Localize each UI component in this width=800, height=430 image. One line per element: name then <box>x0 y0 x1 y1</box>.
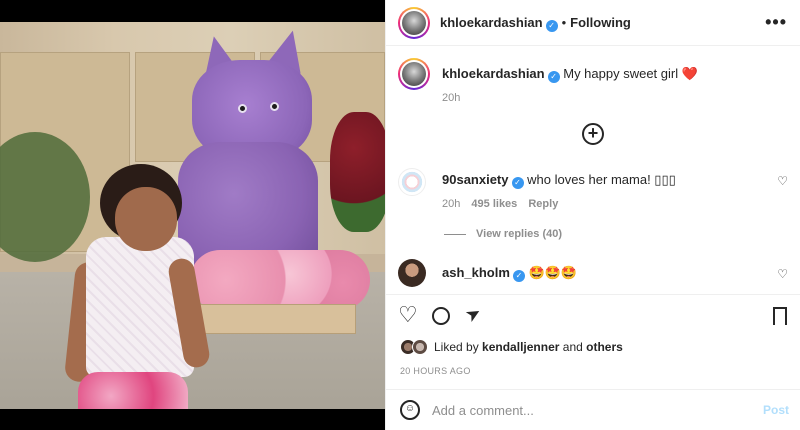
liked-by-others[interactable]: others <box>586 340 623 354</box>
comment-input[interactable] <box>432 398 732 422</box>
replies-line <box>444 233 466 235</box>
commenter-avatar[interactable] <box>398 259 426 287</box>
comment-text-line: ash_kholm ✓ 🤩🤩🤩 <box>442 265 577 282</box>
commenter-avatar[interactable] <box>398 168 426 196</box>
comment-text-line: 90sanxiety ✓ who loves her mama! ▯▯▯ <box>442 172 676 189</box>
comment-like-icon[interactable]: ♡ <box>777 267 788 281</box>
separator-dot: • <box>561 15 567 30</box>
post-button[interactable]: Post <box>763 403 789 417</box>
emoji-icon[interactable]: ☺ <box>400 400 420 420</box>
save-icon[interactable] <box>773 307 787 325</box>
header-title: khloekardashian ✓ • Following <box>440 15 631 32</box>
pink-roses <box>190 250 370 310</box>
comment-username[interactable]: 90sanxiety <box>442 172 509 187</box>
cat-eye <box>270 102 279 111</box>
caption-text: My happy sweet girl <box>563 66 679 81</box>
liker-avatar[interactable] <box>412 339 428 355</box>
comment-like-icon[interactable]: ♡ <box>777 174 788 188</box>
post-panel: khloekardashian ✓ • Following ••• khloekard… <box>385 0 800 430</box>
action-bar: ♡ ➤ <box>386 294 800 336</box>
post-photo <box>0 22 385 409</box>
comment-likes[interactable]: 495 likes <box>471 198 517 210</box>
post-timestamp[interactable]: 20 HOURS AGO <box>400 366 471 376</box>
liked-by-and: and <box>562 340 583 354</box>
comment-icon[interactable] <box>432 307 450 325</box>
view-replies-button[interactable]: View replies (40) <box>444 228 562 240</box>
girl-pants <box>78 372 188 409</box>
caption-avatar[interactable] <box>398 58 430 90</box>
verified-icon: ✓ <box>545 20 558 32</box>
author-username[interactable]: khloekardashian <box>440 15 543 30</box>
verified-icon: ✓ <box>547 71 560 83</box>
reply-button[interactable]: Reply <box>528 198 558 210</box>
comment-username[interactable]: ash_kholm <box>442 265 510 280</box>
liked-by-user[interactable]: kendalljenner <box>482 340 559 354</box>
likes-line: Liked by kendalljenner and others <box>400 339 623 355</box>
comment-text: who loves her mama! ▯▯▯ <box>527 172 676 187</box>
liked-by-prefix: Liked by <box>434 340 479 354</box>
post-media[interactable] <box>0 0 385 430</box>
load-more-comments-icon[interactable]: + <box>582 123 604 145</box>
like-icon[interactable]: ♡ <box>398 302 418 328</box>
avatar-image <box>402 11 426 35</box>
post-header: khloekardashian ✓ • Following ••• <box>386 0 800 46</box>
following-button[interactable]: Following <box>570 15 631 30</box>
add-comment-bar: ☺ Post <box>386 389 800 430</box>
caption-time[interactable]: 20h <box>442 92 460 104</box>
avatar-image <box>402 62 426 86</box>
girl-face <box>115 187 177 251</box>
red-roses <box>330 112 385 232</box>
comment-text: 🤩🤩🤩 <box>528 265 578 280</box>
more-options-icon[interactable]: ••• <box>765 12 787 33</box>
view-replies-label: View replies (40) <box>476 228 563 240</box>
comment-meta: 20h 495 likes Reply <box>442 198 558 210</box>
caption-username[interactable]: khloekardashian <box>442 66 545 81</box>
author-avatar[interactable] <box>398 7 430 39</box>
planter <box>196 304 356 334</box>
cat-eye <box>238 104 247 113</box>
heart-emoji: ❤️ <box>681 66 698 81</box>
caption-text-line: khloekardashian ✓ My happy sweet girl ❤️ <box>442 66 698 83</box>
verified-icon: ✓ <box>511 177 524 189</box>
share-icon[interactable]: ➤ <box>462 302 486 328</box>
comment-time[interactable]: 20h <box>442 198 460 210</box>
verified-icon: ✓ <box>512 270 525 282</box>
